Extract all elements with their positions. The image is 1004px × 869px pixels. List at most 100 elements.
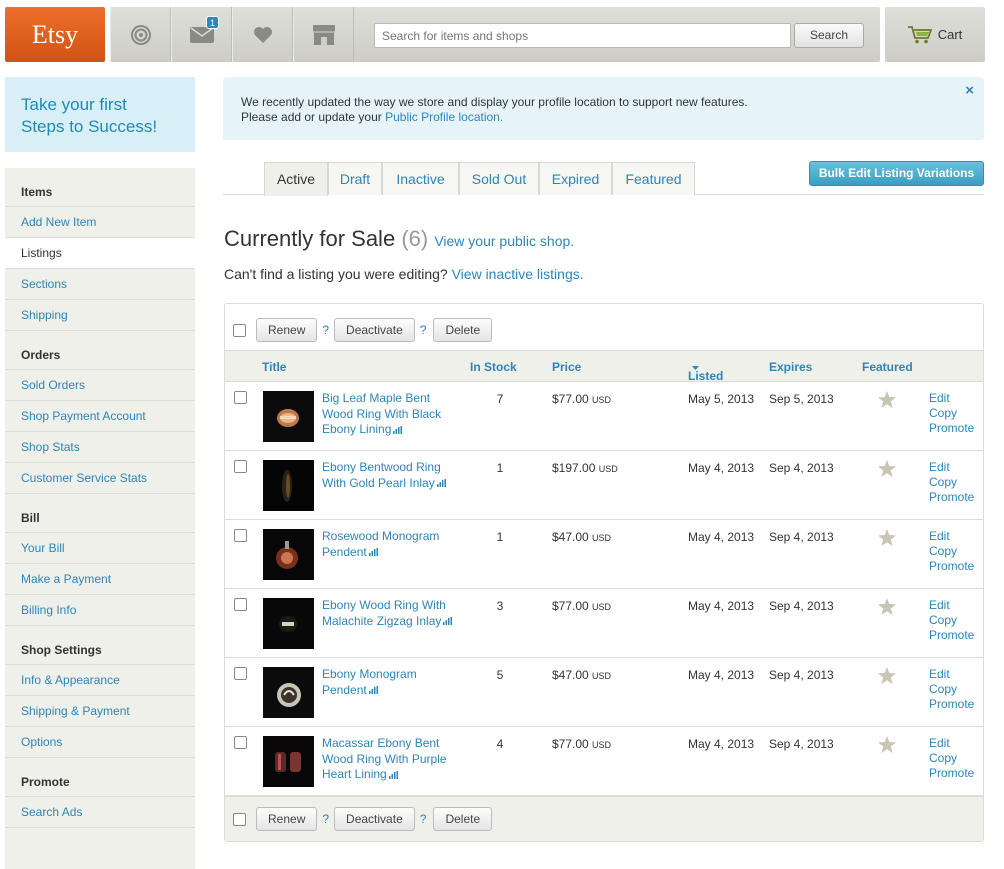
listing-title[interactable]: Rosewood Monogram Pendent (322, 529, 439, 559)
row-checkbox[interactable] (234, 736, 247, 749)
tab-active[interactable]: Active (264, 162, 328, 196)
stats-icon[interactable] (368, 686, 379, 695)
listing-title-link[interactable]: Ebony Bentwood Ring With Gold Pearl Inla… (322, 460, 457, 491)
column-price[interactable]: Price (552, 360, 581, 374)
view-public-shop-link[interactable]: View your public shop. (434, 233, 574, 249)
public-profile-location-link[interactable]: Public Profile location. (385, 110, 503, 124)
promote-link[interactable]: Promote (929, 421, 974, 436)
delete-button-bottom[interactable]: Delete (433, 807, 493, 831)
column-title[interactable]: Title (262, 360, 286, 374)
row-checkbox[interactable] (234, 598, 247, 611)
listing-thumbnail[interactable] (263, 391, 314, 442)
copy-link[interactable]: Copy (929, 406, 974, 421)
promote-link[interactable]: Promote (929, 697, 974, 712)
activity-icon[interactable] (110, 7, 171, 62)
promote-link[interactable]: Promote (929, 766, 974, 781)
tab-expired[interactable]: Expired (539, 162, 612, 195)
row-checkbox[interactable] (234, 667, 247, 680)
sidebar-item-listings[interactable]: Listings (5, 238, 195, 269)
select-all-checkbox[interactable] (233, 323, 246, 337)
column-listed[interactable]: Listed (688, 360, 723, 383)
select-all-checkbox-bottom[interactable] (233, 812, 246, 826)
search-button[interactable]: Search (794, 23, 864, 48)
close-icon[interactable]: × (965, 83, 974, 98)
listing-thumbnail[interactable] (263, 667, 314, 718)
sidebar-item-shop-stats[interactable]: Shop Stats (5, 432, 195, 463)
listing-title[interactable]: Big Leaf Maple Bent Wood Ring With Black… (322, 391, 441, 436)
sidebar-item-sold-orders[interactable]: Sold Orders (5, 370, 195, 401)
sidebar-item-make-a-payment[interactable]: Make a Payment (5, 564, 195, 595)
copy-link[interactable]: Copy (929, 751, 974, 766)
edit-link[interactable]: Edit (929, 460, 974, 475)
listing-thumbnail[interactable] (263, 529, 314, 580)
steps-to-success-promo[interactable]: Take your first Steps to Success! (5, 77, 195, 152)
column-in-stock[interactable]: In Stock (470, 360, 517, 374)
promote-link[interactable]: Promote (929, 628, 974, 643)
deactivate-help-icon-bottom[interactable]: ? (420, 812, 427, 826)
listing-title-link[interactable]: Big Leaf Maple Bent Wood Ring With Black… (322, 391, 457, 438)
column-expires[interactable]: Expires (769, 360, 812, 374)
listing-title[interactable]: Ebony Wood Ring With Malachite Zigzag In… (322, 598, 446, 628)
promote-link[interactable]: Promote (929, 490, 974, 505)
etsy-logo[interactable]: Etsy (5, 7, 105, 62)
copy-link[interactable]: Copy (929, 544, 974, 559)
feature-star-icon[interactable] (878, 460, 896, 480)
feature-star-icon[interactable] (878, 391, 896, 411)
delete-button[interactable]: Delete (433, 318, 493, 342)
tab-draft[interactable]: Draft (328, 162, 382, 195)
renew-help-icon-bottom[interactable]: ? (322, 812, 329, 826)
feature-star-icon[interactable] (878, 736, 896, 756)
renew-button[interactable]: Renew (256, 318, 318, 342)
column-featured[interactable]: Featured (862, 360, 913, 374)
deactivate-help-icon[interactable]: ? (420, 323, 427, 337)
row-checkbox[interactable] (234, 529, 247, 542)
promote-link[interactable]: Promote (929, 559, 974, 574)
edit-link[interactable]: Edit (929, 391, 974, 406)
feature-star-icon[interactable] (878, 598, 896, 618)
listing-thumbnail[interactable] (263, 736, 314, 787)
sidebar-item-shop-payment-account[interactable]: Shop Payment Account (5, 401, 195, 432)
cart-button[interactable]: Cart (885, 7, 985, 62)
feature-star-icon[interactable] (878, 529, 896, 549)
renew-button-bottom[interactable]: Renew (256, 807, 318, 831)
messages-icon[interactable]: 1 (171, 7, 232, 62)
tab-featured[interactable]: Featured (612, 162, 695, 195)
stats-icon[interactable] (388, 770, 399, 779)
sidebar-item-customer-service-stats[interactable]: Customer Service Stats (5, 463, 195, 494)
tab-inactive[interactable]: Inactive (382, 162, 459, 195)
sidebar-item-billing-info[interactable]: Billing Info (5, 595, 195, 626)
listing-title[interactable]: Macassar Ebony Bent Wood Ring With Purpl… (322, 736, 447, 781)
listing-title[interactable]: Ebony Bentwood Ring With Gold Pearl Inla… (322, 460, 441, 490)
listing-thumbnail[interactable] (263, 598, 314, 649)
stats-icon[interactable] (436, 479, 447, 488)
sidebar-item-shipping[interactable]: Shipping (5, 300, 195, 331)
deactivate-button-bottom[interactable]: Deactivate (334, 807, 415, 831)
copy-link[interactable]: Copy (929, 682, 974, 697)
search-input[interactable] (374, 23, 791, 48)
sidebar-item-shipping-payment[interactable]: Shipping & Payment (5, 696, 195, 727)
stats-icon[interactable] (393, 425, 403, 434)
stats-icon[interactable] (443, 617, 453, 626)
favorites-icon[interactable] (232, 7, 293, 62)
row-checkbox[interactable] (234, 391, 247, 404)
edit-link[interactable]: Edit (929, 736, 974, 751)
sidebar-item-add-new-item[interactable]: Add New Item (5, 207, 195, 238)
listing-thumbnail[interactable] (263, 460, 314, 511)
sidebar-item-info-appearance[interactable]: Info & Appearance (5, 665, 195, 696)
listing-title-link[interactable]: Macassar Ebony Bent Wood Ring With Purpl… (322, 736, 457, 783)
sidebar-item-options[interactable]: Options (5, 727, 195, 758)
sidebar-item-sections[interactable]: Sections (5, 269, 195, 300)
listing-title-link[interactable]: Rosewood Monogram Pendent (322, 529, 457, 560)
bulk-edit-variations-button[interactable]: Bulk Edit Listing Variations (809, 161, 984, 186)
renew-help-icon[interactable]: ? (322, 323, 329, 337)
copy-link[interactable]: Copy (929, 613, 974, 628)
sidebar-item-your-bill[interactable]: Your Bill (5, 533, 195, 564)
feature-star-icon[interactable] (878, 667, 896, 687)
listing-title-link[interactable]: Ebony Wood Ring With Malachite Zigzag In… (322, 598, 457, 629)
edit-link[interactable]: Edit (929, 529, 974, 544)
shop-icon[interactable] (293, 7, 354, 62)
tab-sold-out[interactable]: Sold Out (459, 162, 539, 195)
edit-link[interactable]: Edit (929, 667, 974, 682)
edit-link[interactable]: Edit (929, 598, 974, 613)
row-checkbox[interactable] (234, 460, 247, 473)
